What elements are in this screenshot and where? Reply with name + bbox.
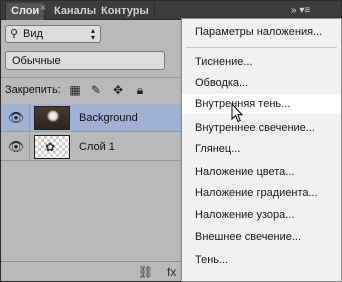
tab-channels[interactable]: Каналы — [49, 3, 103, 20]
menu-item-pattern-overlay[interactable]: Наложение узора... — [182, 205, 341, 225]
menu-item-inner-shadow[interactable]: Внутренняя тень... — [182, 94, 341, 114]
menu-item-inner-glow[interactable]: Внутреннее свечение... — [182, 118, 341, 138]
layer-thumbnail — [34, 106, 70, 130]
divider — [29, 133, 30, 161]
close-tab-icon[interactable]: × — [37, 2, 49, 16]
link-layers-icon[interactable]: ⛓ — [138, 265, 153, 279]
search-icon: ⚲ — [10, 28, 19, 40]
menu-item-satin[interactable]: Глянец... — [182, 139, 341, 159]
menu-item-color-overlay[interactable]: Наложение цвета... — [182, 162, 341, 182]
blend-mode-select[interactable]: Обычные — [5, 51, 165, 70]
mouse-cursor-icon — [231, 103, 243, 123]
layer-thumbnail: ✿ — [34, 135, 70, 159]
menu-separator — [186, 47, 337, 48]
divider — [29, 104, 30, 132]
layer-filter-select[interactable]: ⚲ Вид ▴ ▾ — [5, 25, 101, 43]
layer-name[interactable]: Background — [79, 112, 138, 124]
tab-paths[interactable]: Контуры — [96, 3, 155, 20]
layer-name[interactable]: Слой 1 — [79, 141, 115, 153]
chevron-updown-icon: ▴ ▾ — [90, 26, 95, 42]
layer-style-menu: Параметры наложения... Тиснение... Обвод… — [181, 18, 342, 282]
lock-all-icon[interactable]: 🔒︎ — [133, 83, 147, 97]
eye-icon[interactable]: 👁︎ — [7, 110, 25, 126]
panel-menu-icon[interactable]: » ▾≡ — [291, 3, 310, 18]
eye-icon[interactable]: 👁︎ — [7, 139, 25, 155]
blend-mode-label: Обычные — [12, 55, 61, 67]
menu-item-gradient-overlay[interactable]: Наложение градиента... — [182, 183, 341, 203]
fx-icon[interactable]: fx — [167, 265, 176, 279]
filter-label: Вид — [23, 28, 43, 40]
lock-move-icon[interactable]: ✥ — [111, 83, 125, 97]
lock-transparent-icon[interactable]: ▦ — [68, 83, 82, 97]
lock-label: Закрепить: — [5, 84, 61, 96]
menu-item-outer-glow[interactable]: Внешнее свечение... — [182, 227, 341, 247]
menu-item-bevel-emboss[interactable]: Тиснение... — [182, 52, 341, 72]
lock-brush-icon[interactable]: ✎ — [89, 83, 103, 97]
menu-item-drop-shadow[interactable]: Тень... — [182, 250, 341, 270]
menu-item-stroke[interactable]: Обводка... — [182, 73, 341, 93]
menu-item-blending-options[interactable]: Параметры наложения... — [182, 22, 341, 42]
